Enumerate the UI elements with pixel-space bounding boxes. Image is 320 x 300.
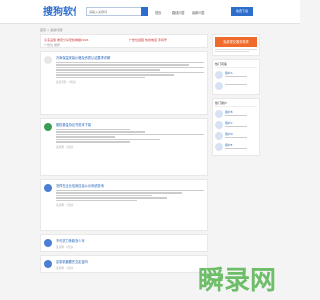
user-name[interactable]: 用户B xyxy=(225,110,233,114)
question-title[interactable]: 定制机器要先交定金吗 xyxy=(56,259,204,264)
nav-latest[interactable]: 最新问答 xyxy=(192,10,205,15)
question-title[interactable]: 股权基金协议书范本下载 xyxy=(56,122,204,127)
avatar xyxy=(215,110,223,118)
brand-text: 搜狗软件 xyxy=(43,5,76,18)
main-content: 冷冻设施 重庆分享安检单据2024 广告位 推荐 广告位招租 热线电话 手机号 … xyxy=(40,34,208,276)
popular-box: 热门问答 用户A xyxy=(212,59,260,95)
question-card[interactable]: 股权基金协议书范本下载 某某网 · 5天前 xyxy=(40,118,208,176)
watermark-text: 瞬录网 xyxy=(198,266,276,296)
download-button[interactable]: 免费下载 xyxy=(231,7,253,16)
users-box: 热门用户 用户B 用户C 用户D 用户E xyxy=(212,98,260,156)
submit-request-button[interactable]: 免费提交服务需求 xyxy=(215,37,257,47)
avatar xyxy=(215,143,223,151)
banner-right-top: 广告位招租 热线电话 手机号 xyxy=(129,38,167,42)
sidebar: 免费提交服务需求 热门问答 用户A 热门用户 用户B 用户C 用户D 用户E xyxy=(212,34,260,159)
question-meta: 某某网 · 5天前 xyxy=(56,145,74,149)
breadcrumb[interactable]: 首页 > 最新问题 xyxy=(40,28,62,32)
banner-left-bottom: 广告位 推荐 xyxy=(44,43,60,47)
avatar xyxy=(215,132,223,140)
search-button[interactable] xyxy=(141,7,148,16)
avatar xyxy=(44,184,52,192)
top-header: 搜狗软件 首页 路线问答 最新问答 免费下载 xyxy=(0,0,300,24)
avatar xyxy=(215,82,223,90)
avatar xyxy=(44,260,52,268)
question-title[interactable]: 不可抗力条款怎么写 xyxy=(56,238,204,243)
user-name[interactable]: 用户A xyxy=(225,71,233,75)
user-name[interactable]: 用户D xyxy=(225,132,233,136)
nav-questions[interactable]: 路线问答 xyxy=(172,10,185,15)
users-title: 热门用户 xyxy=(215,101,257,107)
brand-logo[interactable]: 搜狗软件 xyxy=(42,4,83,18)
question-card[interactable]: 定制机器要先交定金吗 某某网 · 1天前 xyxy=(40,255,208,273)
question-card[interactable]: 怎样在企业信用信息公示系统查询 某某网 · 7天前 xyxy=(40,179,208,231)
question-title[interactable]: 怎样在企业信用信息公示系统查询 xyxy=(56,183,204,188)
watermark-logo: 瞬录网 xyxy=(196,262,288,296)
user-name[interactable]: 用户E xyxy=(225,143,232,147)
avatar xyxy=(215,71,223,79)
question-meta: 某某网 · 1天前 xyxy=(56,267,74,270)
question-meta: 某某网 · 2天前 xyxy=(56,246,74,249)
question-title[interactable]: 冷库保温安装价格及资质认证要求详解 xyxy=(56,55,204,60)
ad-banner[interactable]: 冷冻设施 重庆分享安检单据2024 广告位 推荐 广告位招租 热线电话 手机号 xyxy=(40,34,208,48)
banner-left-top: 冷冻设施 重庆分享安检单据2024 xyxy=(44,38,89,42)
question-card[interactable]: 冷库保温安装价格及资质认证要求详解 某某问答 · 3天前 xyxy=(40,51,208,115)
avatar xyxy=(215,121,223,129)
question-meta: 某某问答 · 3天前 xyxy=(56,81,76,85)
question-meta: 某某网 · 7天前 xyxy=(56,204,74,208)
nav-home[interactable]: 首页 xyxy=(155,10,161,15)
avatar xyxy=(44,56,52,64)
sidebar-cta-box: 免费提交服务需求 xyxy=(212,34,260,56)
avatar xyxy=(44,123,52,131)
popular-title: 热门问答 xyxy=(215,62,257,68)
search-input[interactable] xyxy=(86,7,142,16)
question-card[interactable]: 不可抗力条款怎么写 某某网 · 2天前 xyxy=(40,234,208,252)
avatar xyxy=(44,239,52,247)
user-name[interactable]: 用户C xyxy=(225,121,233,125)
